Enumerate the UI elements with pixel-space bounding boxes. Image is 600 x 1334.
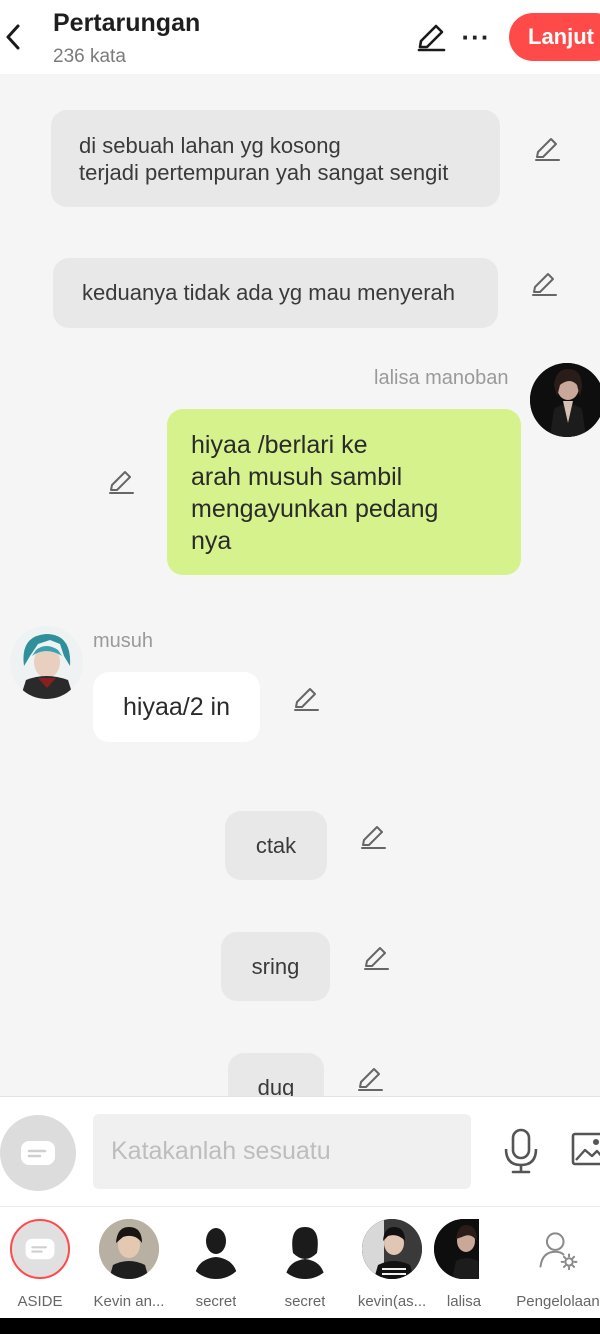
narration-text: ctak	[255, 832, 297, 858]
aside-icon	[25, 1238, 55, 1260]
person-photo-icon	[362, 1219, 422, 1279]
chevron-left-icon	[6, 24, 20, 50]
character-label: kevin(as...	[357, 1293, 427, 1310]
pencil-icon	[364, 947, 389, 970]
narration-text: dug	[257, 1074, 295, 1097]
person-photo-icon	[99, 1219, 159, 1279]
character-aside[interactable]: ASIDE	[0, 1219, 85, 1310]
character-label: secret	[195, 1293, 237, 1310]
message-line: hiyaa /berlari ke	[191, 431, 368, 459]
avatar	[434, 1219, 479, 1279]
person-photo-icon	[530, 363, 600, 437]
pencil-icon	[358, 1068, 383, 1091]
narration-bubble[interactable]: di sebuah lahan yg kosong terjadi pertem…	[51, 110, 500, 207]
message-line: arah musuh sambil	[191, 463, 403, 491]
character-label: lalisa	[446, 1293, 482, 1310]
chat-area[interactable]: di sebuah lahan yg kosong terjadi pertem…	[0, 74, 600, 1096]
avatar	[362, 1219, 422, 1279]
edit-message-button[interactable]	[355, 1064, 385, 1094]
avatar	[186, 1219, 246, 1279]
character-lalisa[interactable]: lalisa	[419, 1219, 509, 1310]
character-label: Pengelolaan	[516, 1293, 600, 1310]
narration-bubble[interactable]: keduanya tidak ada yg mau menyerah	[53, 258, 498, 328]
next-button[interactable]: Lanjut	[509, 13, 600, 61]
narration-bubble[interactable]: sring	[221, 932, 330, 1001]
back-button[interactable]	[0, 20, 26, 54]
narration-bubble[interactable]: dug	[228, 1053, 324, 1096]
player-message-bubble[interactable]: hiyaa /berlari ke arah musuh sambil meng…	[167, 409, 521, 575]
avatar	[99, 1219, 159, 1279]
speaker-name: lalisa manoban	[374, 367, 509, 389]
edit-message-button[interactable]	[532, 134, 562, 164]
aside-icon	[21, 1141, 55, 1165]
top-header: Pertarungan 236 kata ··· Lanjut	[0, 0, 600, 74]
character-kevin-an[interactable]: Kevin an...	[84, 1219, 174, 1310]
image-icon	[571, 1132, 600, 1166]
message-line: mengayunkan pedang	[191, 495, 439, 523]
aside-toggle-button[interactable]	[0, 1115, 76, 1191]
character-label: Kevin an...	[93, 1293, 165, 1310]
avatar[interactable]	[10, 626, 83, 699]
image-button[interactable]	[570, 1130, 600, 1170]
narration-text: terjadi pertempuran yah sangat sengit	[79, 159, 449, 185]
silhouette-female-icon	[285, 1227, 325, 1279]
system-nav-strip	[0, 1318, 600, 1334]
character-secret[interactable]: secret	[260, 1219, 350, 1310]
edit-message-button[interactable]	[529, 269, 559, 299]
aside-avatar	[10, 1219, 70, 1279]
pencil-icon	[417, 24, 446, 52]
pencil-icon	[361, 826, 386, 849]
word-count: 236 kata	[53, 46, 126, 67]
pencil-icon	[535, 138, 560, 161]
message-text: hiyaa/2 in	[122, 692, 231, 721]
narration-text: di sebuah lahan yg kosong	[79, 132, 341, 158]
more-dots-icon: ···	[461, 21, 491, 52]
edit-message-button[interactable]	[361, 943, 391, 973]
page-title: Pertarungan	[53, 9, 201, 37]
silhouette-male-icon	[194, 1228, 238, 1279]
avatar	[275, 1219, 335, 1279]
pencil-icon	[532, 273, 557, 296]
avatar[interactable]	[530, 363, 600, 437]
edit-message-button[interactable]	[291, 684, 321, 714]
character-label: secret	[284, 1293, 326, 1310]
edit-message-button[interactable]	[106, 467, 136, 497]
person-settings-icon	[533, 1219, 583, 1279]
microphone-icon	[504, 1128, 538, 1174]
person-settings-icon-svg	[539, 1232, 578, 1271]
narration-text: keduanya tidak ada yg mau menyerah	[82, 280, 456, 305]
speaker-name: musuh	[93, 630, 154, 652]
pencil-icon	[109, 471, 134, 494]
narration-text: sring	[251, 953, 300, 979]
more-menu-button[interactable]: ···	[460, 22, 492, 52]
pencil-icon	[294, 688, 319, 711]
person-photo-icon	[434, 1219, 479, 1279]
message-line: nya	[191, 527, 232, 555]
character-label: ASIDE	[17, 1293, 63, 1310]
character-secret[interactable]: secret	[171, 1219, 261, 1310]
narration-bubble[interactable]: ctak	[225, 811, 327, 880]
manage-characters-button[interactable]: Pengelolaan	[513, 1219, 600, 1310]
message-input[interactable]	[93, 1114, 471, 1189]
microphone-button[interactable]	[500, 1127, 542, 1175]
character-bar: ASIDE Kevin an... secret secret kevin(as…	[0, 1206, 600, 1318]
edit-title-button[interactable]	[414, 20, 448, 54]
edit-message-button[interactable]	[358, 822, 388, 852]
anime-character-icon	[10, 626, 83, 699]
npc-message-bubble[interactable]: hiyaa/2 in	[93, 672, 260, 742]
message-input-bar	[0, 1096, 600, 1206]
